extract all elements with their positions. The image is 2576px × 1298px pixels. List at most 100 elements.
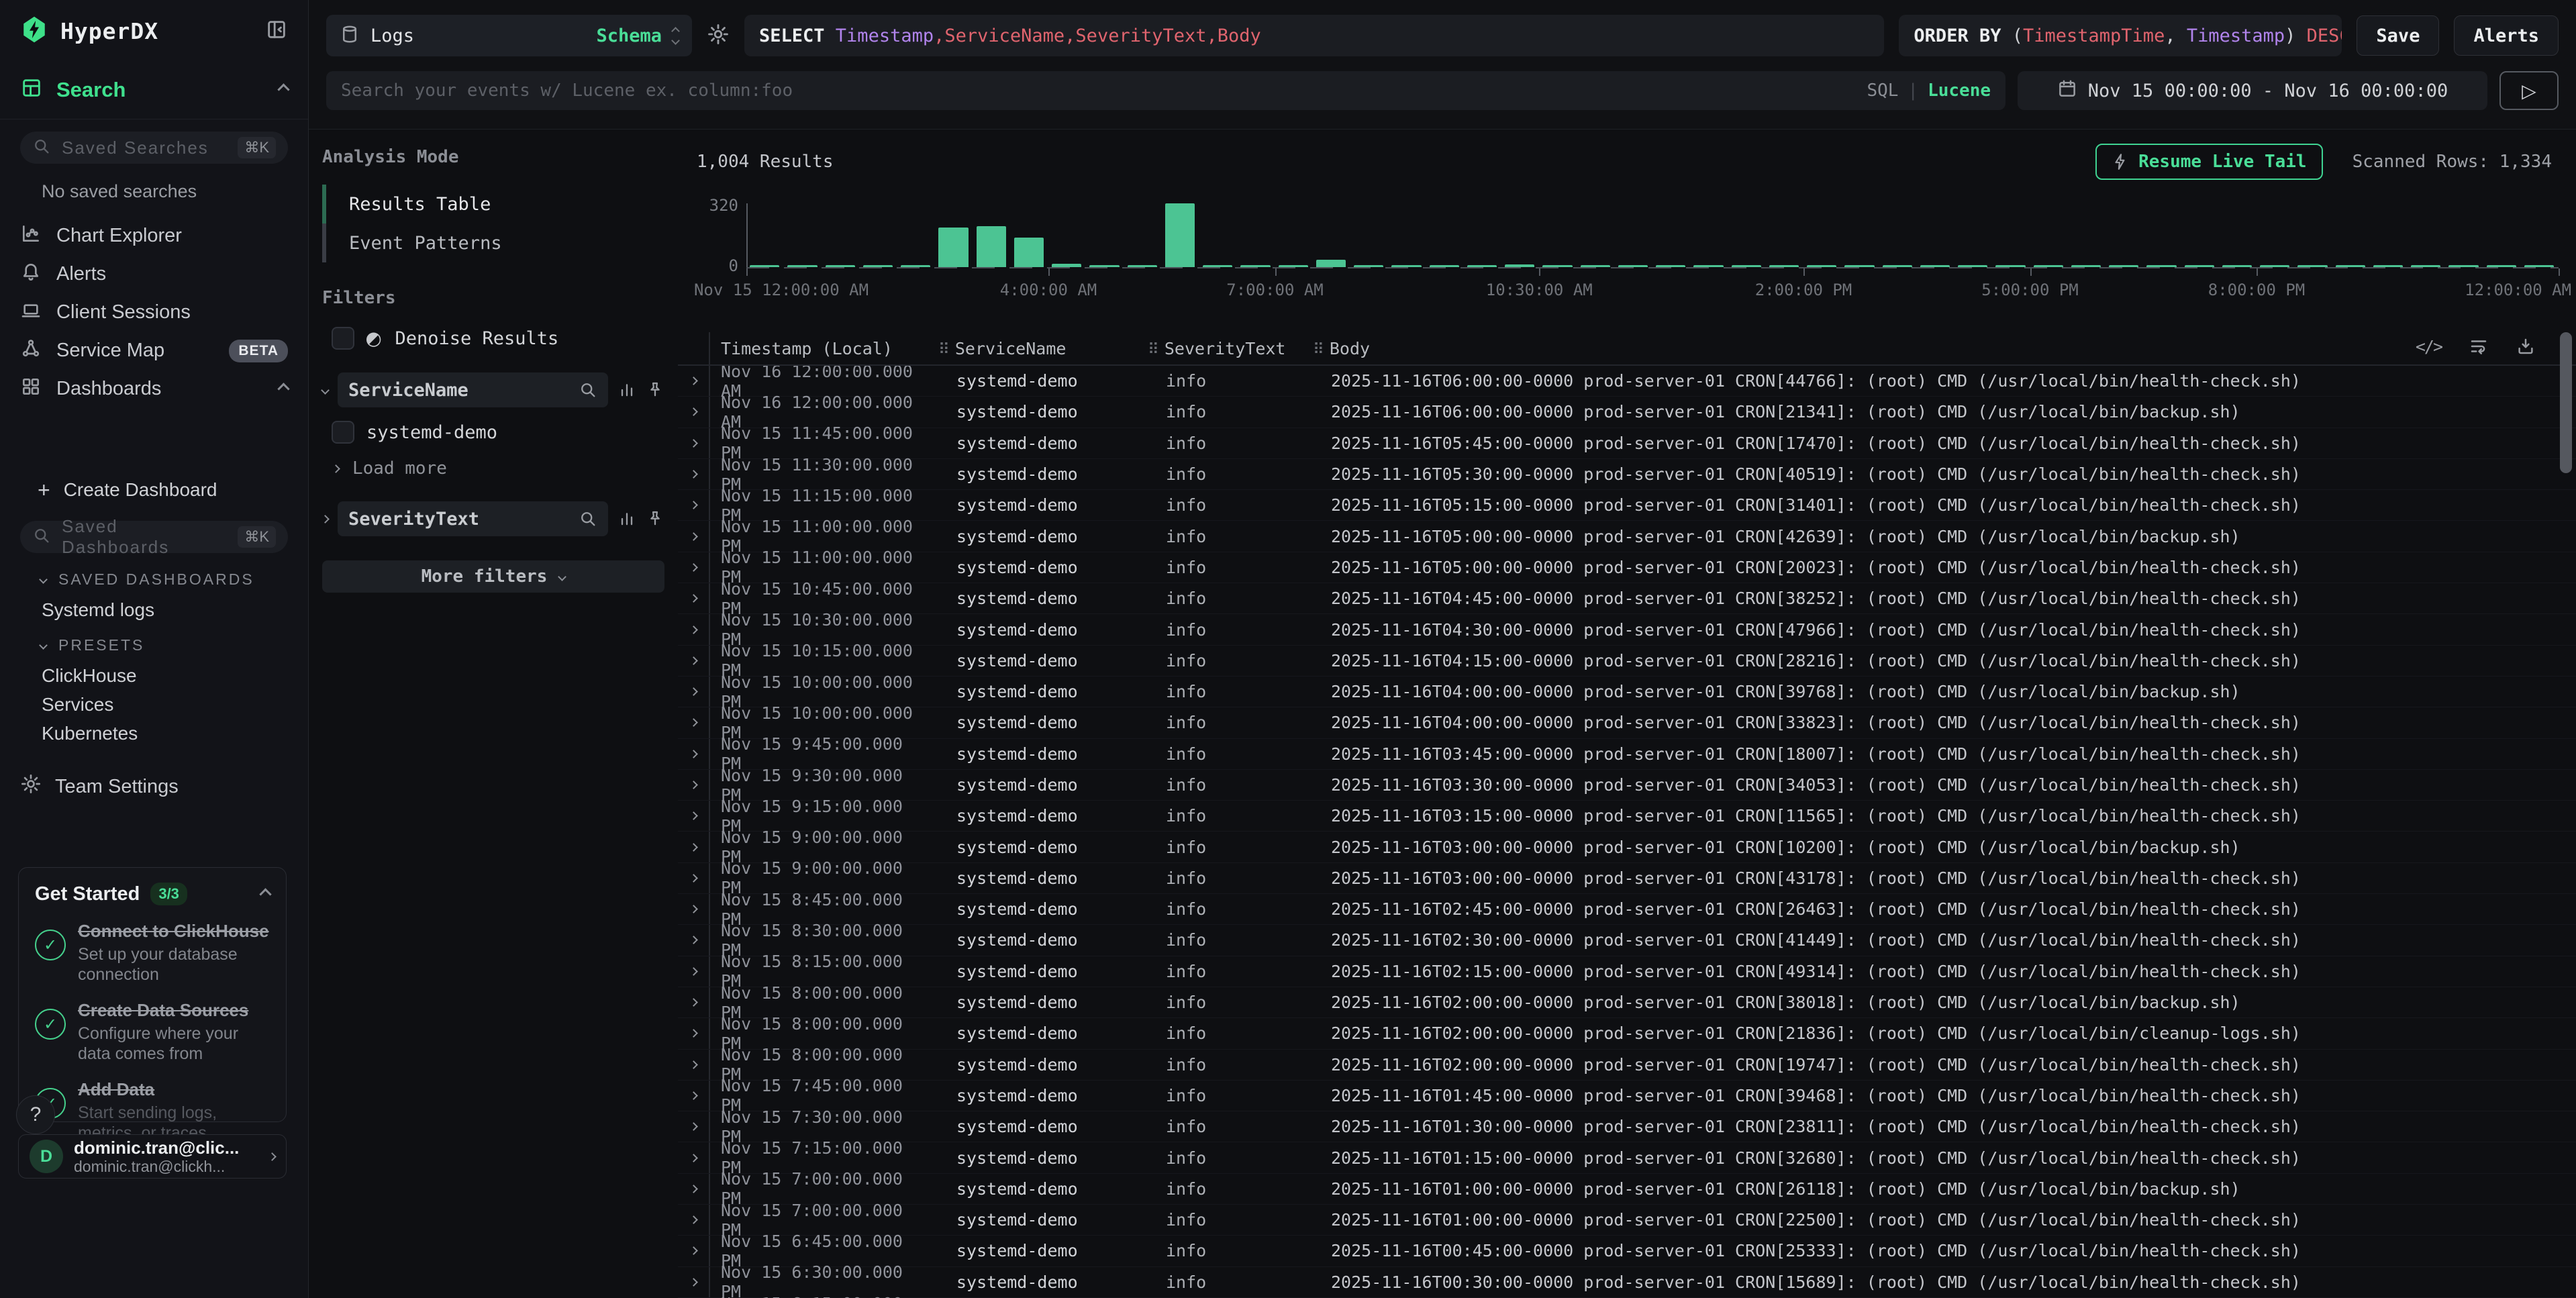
chevron-right-icon[interactable] (321, 515, 330, 523)
presets-section[interactable]: PRESETS (40, 636, 308, 654)
table-row[interactable]: Nov 15 10:30:00.000 PMsystemd-demoinfo20… (678, 614, 2576, 645)
expand-row-chevron-icon[interactable] (689, 1215, 698, 1224)
date-range-picker[interactable]: Nov 15 00:00:00 - Nov 16 00:00:00 (2018, 71, 2487, 110)
expand-row-chevron-icon[interactable] (689, 781, 698, 789)
run-query-button[interactable]: ▷ (2499, 71, 2559, 110)
search-input[interactable]: Search your events w/ Lucene ex. column:… (326, 71, 2005, 110)
events-histogram[interactable]: 320 0 Nov 15 12:00:00 AM4:00:00 AM7:00:0… (678, 187, 2576, 332)
expand-row-chevron-icon[interactable] (689, 1060, 698, 1069)
severitytext-filter-group[interactable]: SeverityText (322, 501, 664, 536)
save-button[interactable]: Save (2357, 15, 2439, 56)
sidebar-item-kubernetes[interactable]: Kubernetes (0, 719, 308, 748)
help-button[interactable]: ? (16, 1095, 55, 1134)
expand-row-chevron-icon[interactable] (689, 750, 698, 758)
expand-row-chevron-icon[interactable] (689, 1122, 698, 1131)
expand-row-chevron-icon[interactable] (689, 905, 698, 913)
orderby-query-input[interactable]: ORDER BY (TimestampTime, Timestamp) DESC (1899, 15, 2342, 56)
table-row[interactable]: Nov 15 7:00:00.000 PMsystemd-demoinfo202… (678, 1174, 2576, 1205)
table-row[interactable]: Nov 15 7:30:00.000 PMsystemd-demoinfo202… (678, 1111, 2576, 1142)
expand-row-chevron-icon[interactable] (689, 936, 698, 945)
table-row[interactable]: Nov 15 10:00:00.000 PMsystemd-demoinfo20… (678, 707, 2576, 738)
table-row[interactable]: Nov 15 9:30:00.000 PMsystemd-demoinfo202… (678, 770, 2576, 801)
table-row[interactable]: Nov 15 11:00:00.000 PMsystemd-demoinfo20… (678, 552, 2576, 583)
get-started-step[interactable]: ✓ Connect to ClickHouse Set up your data… (35, 920, 270, 985)
column-timestamp[interactable]: Timestamp (Local) (710, 339, 932, 358)
sidebar-item-systemd-logs[interactable]: Systemd logs (0, 595, 308, 624)
severitytext-filter-header[interactable]: SeverityText (338, 501, 608, 536)
expand-row-chevron-icon[interactable] (689, 1091, 698, 1100)
table-row[interactable]: Nov 15 8:00:00.000 PMsystemd-demoinfo202… (678, 1050, 2576, 1081)
column-severitytext[interactable]: ⠿SeverityText (1141, 339, 1306, 358)
source-selector[interactable]: Logs Schema (326, 15, 692, 56)
expand-row-chevron-icon[interactable] (689, 967, 698, 976)
sidebar-item-client-sessions[interactable]: Client Sessions (0, 293, 308, 332)
expand-row-chevron-icon[interactable] (689, 1247, 698, 1256)
table-row[interactable]: Nov 15 11:15:00.000 PMsystemd-demoinfo20… (678, 490, 2576, 521)
sidebar-item-clickhouse[interactable]: ClickHouse (0, 661, 308, 690)
expand-row-chevron-icon[interactable] (689, 1185, 698, 1193)
table-row[interactable]: Nov 15 9:00:00.000 PMsystemd-demoinfo202… (678, 832, 2576, 862)
get-started-step[interactable]: ✓ Create Data Sources Configure where yo… (35, 999, 270, 1064)
search-icon[interactable] (579, 509, 597, 528)
mode-event-patterns[interactable]: Event Patterns (322, 223, 664, 262)
drag-handle-icon[interactable]: ⠿ (1313, 341, 1324, 358)
expand-row-chevron-icon[interactable] (689, 594, 698, 603)
user-menu[interactable]: D dominic.tran@clic... dominic.tran@clic… (18, 1134, 287, 1179)
table-row[interactable]: Nov 15 8:00:00.000 PMsystemd-demoinfo202… (678, 1018, 2576, 1049)
vertical-scrollbar[interactable] (2560, 332, 2572, 473)
expand-row-chevron-icon[interactable] (689, 470, 698, 479)
chart-plot[interactable] (746, 203, 2559, 267)
table-row[interactable]: Nov 15 8:15:00.000 PMsystemd-demoinfo202… (678, 956, 2576, 987)
table-row[interactable]: Nov 15 8:45:00.000 PMsystemd-demoinfo202… (678, 894, 2576, 925)
wrap-lines-icon[interactable] (2469, 336, 2489, 356)
sidebar-item-dashboards[interactable]: Dashboards (0, 370, 308, 408)
table-row[interactable]: Nov 15 10:45:00.000 PMsystemd-demoinfo20… (678, 583, 2576, 614)
expand-row-chevron-icon[interactable] (689, 874, 698, 883)
table-row[interactable]: Nov 15 11:45:00.000 PMsystemd-demoinfo20… (678, 428, 2576, 459)
sidebar-item-chart-explorer[interactable]: Chart Explorer (0, 217, 308, 255)
table-row[interactable]: Nov 15 7:45:00.000 PMsystemd-demoinfo202… (678, 1081, 2576, 1111)
table-row[interactable]: Nov 15 11:30:00.000 PMsystemd-demoinfo20… (678, 459, 2576, 490)
chevron-up-icon[interactable] (259, 888, 271, 900)
table-row[interactable]: Nov 15 10:15:00.000 PMsystemd-demoinfo20… (678, 646, 2576, 677)
sidebar-item-services[interactable]: Services (0, 690, 308, 719)
drag-handle-icon[interactable]: ⠿ (938, 341, 950, 358)
saved-dashboards-input[interactable]: Saved Dashboards ⌘K (20, 521, 288, 553)
mode-results-table[interactable]: Results Table (322, 185, 664, 223)
sql-toggle[interactable]: SQL (1867, 81, 1898, 101)
column-body[interactable]: ⠿Body (1306, 339, 2576, 358)
table-row[interactable]: Nov 15 9:45:00.000 PMsystemd-demoinfo202… (678, 739, 2576, 770)
source-settings-gear-icon[interactable] (707, 23, 730, 48)
expand-row-chevron-icon[interactable] (689, 563, 698, 572)
code-view-icon[interactable]: </> (2416, 337, 2442, 356)
pin-icon[interactable] (646, 509, 664, 528)
table-row[interactable]: Nov 15 6:45:00.000 PMsystemd-demoinfo202… (678, 1236, 2576, 1266)
expand-row-chevron-icon[interactable] (689, 811, 698, 820)
load-more-button[interactable]: Load more (322, 458, 664, 479)
create-dashboard-button[interactable]: + Create Dashboard (0, 471, 308, 509)
table-row[interactable]: Nov 15 9:15:00.000 PMsystemd-demoinfo202… (678, 801, 2576, 832)
saved-searches-input[interactable]: Saved Searches ⌘K (20, 132, 288, 164)
expand-row-chevron-icon[interactable] (689, 656, 698, 665)
alerts-button[interactable]: Alerts (2454, 15, 2559, 56)
sidebar-item-service-map[interactable]: Service Map BETA (0, 332, 308, 370)
table-row[interactable]: Nov 15 6:30:00.000 PMsystemd-demoinfo202… (678, 1267, 2576, 1298)
expand-row-chevron-icon[interactable] (689, 687, 698, 696)
column-servicename[interactable]: ⠿ServiceName (932, 339, 1141, 358)
systemd-demo-checkbox[interactable] (332, 421, 354, 444)
expand-row-chevron-icon[interactable] (689, 843, 698, 852)
expand-row-chevron-icon[interactable] (689, 532, 698, 541)
language-toggle[interactable]: SQL | Lucene (1867, 81, 1991, 101)
get-started-step[interactable]: ✓ Add Data Start sending logs, metrics, … (35, 1079, 270, 1143)
sidebar-item-alerts[interactable]: Alerts (0, 255, 308, 293)
resume-live-tail-button[interactable]: Resume Live Tail (2095, 144, 2322, 180)
expand-row-chevron-icon[interactable] (689, 439, 698, 448)
table-row[interactable]: Nov 16 12:00:00.000 AMsystemd-demoinfo20… (678, 397, 2576, 428)
search-icon[interactable] (579, 381, 597, 399)
expand-row-chevron-icon[interactable] (689, 377, 698, 385)
chart-toggle-icon[interactable] (617, 381, 636, 399)
pin-icon[interactable] (646, 381, 664, 399)
servicename-filter-group[interactable]: ServiceName (322, 372, 664, 407)
table-row[interactable]: Nov 15 7:00:00.000 PMsystemd-demoinfo202… (678, 1205, 2576, 1236)
saved-dashboards-section[interactable]: SAVED DASHBOARDS (40, 570, 308, 589)
